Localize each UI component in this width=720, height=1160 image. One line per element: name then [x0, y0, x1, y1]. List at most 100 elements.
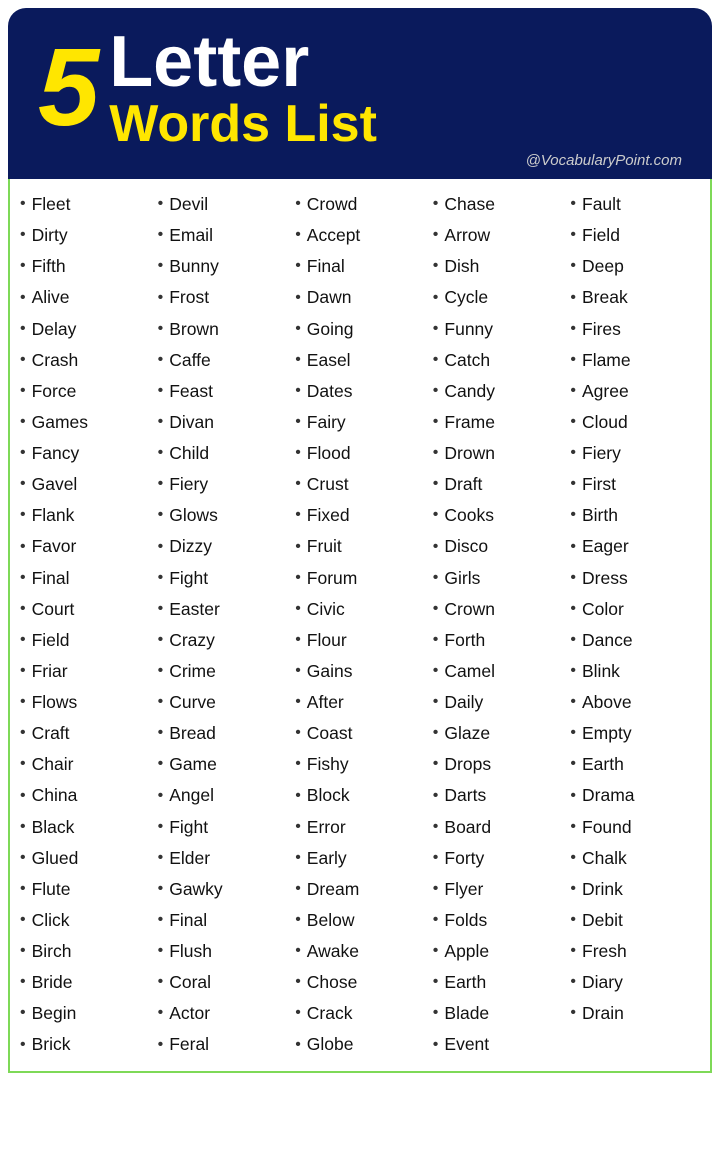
- bullet-icon: •: [158, 535, 164, 560]
- bullet-icon: •: [20, 1033, 26, 1058]
- bullet-icon: •: [158, 784, 164, 809]
- bullet-icon: •: [295, 877, 301, 902]
- list-item: •Crazy: [158, 625, 288, 656]
- bullet-icon: •: [570, 690, 576, 715]
- list-item: •Found: [570, 812, 700, 843]
- word-label: Dish: [444, 253, 479, 280]
- list-item: •Final: [295, 251, 425, 282]
- bullet-icon: •: [570, 784, 576, 809]
- list-item: •Fresh: [570, 936, 700, 967]
- word-label: Birch: [32, 938, 72, 965]
- word-label: Fiery: [169, 471, 208, 498]
- word-label: Black: [32, 814, 75, 841]
- bullet-icon: •: [20, 752, 26, 777]
- list-item: •Brick: [20, 1029, 150, 1060]
- word-label: Game: [169, 751, 217, 778]
- list-item: •Devil: [158, 189, 288, 220]
- bullet-icon: •: [20, 846, 26, 871]
- list-item: •Empty: [570, 718, 700, 749]
- bullet-icon: •: [433, 379, 439, 404]
- bullet-icon: •: [433, 597, 439, 622]
- bullet-icon: •: [295, 317, 301, 342]
- bullet-icon: •: [570, 939, 576, 964]
- list-item: •Drink: [570, 874, 700, 905]
- bullet-icon: •: [158, 348, 164, 373]
- list-item: •Globe: [295, 1029, 425, 1060]
- list-item: •Frame: [433, 407, 563, 438]
- word-label: Drown: [444, 440, 495, 467]
- word-label: Drink: [582, 876, 623, 903]
- list-item: •Folds: [433, 905, 563, 936]
- word-label: Chair: [32, 751, 74, 778]
- list-item: •Favor: [20, 531, 150, 562]
- word-label: Daily: [444, 689, 483, 716]
- bullet-icon: •: [570, 752, 576, 777]
- word-label: Agree: [582, 378, 629, 405]
- word-label: Drops: [444, 751, 491, 778]
- word-label: Elder: [169, 845, 210, 872]
- word-label: Gains: [307, 658, 353, 685]
- bullet-icon: •: [158, 752, 164, 777]
- word-label: Frame: [444, 409, 495, 436]
- list-item: •Bride: [20, 967, 150, 998]
- list-item: •Flush: [158, 936, 288, 967]
- page-wrapper: 5 Letter Words List @VocabularyPoint.com…: [0, 8, 720, 1073]
- bullet-icon: •: [295, 690, 301, 715]
- bullet-icon: •: [20, 784, 26, 809]
- bullet-icon: •: [295, 846, 301, 871]
- bullet-icon: •: [20, 1001, 26, 1026]
- list-item: •Fight: [158, 812, 288, 843]
- word-label: After: [307, 689, 344, 716]
- word-label: Flyer: [444, 876, 483, 903]
- word-label: Brown: [169, 316, 219, 343]
- list-item: •Funny: [433, 314, 563, 345]
- bullet-icon: •: [158, 379, 164, 404]
- word-label: Folds: [444, 907, 487, 934]
- word-label: Crack: [307, 1000, 353, 1027]
- list-item: •Fruit: [295, 531, 425, 562]
- list-item: •Chose: [295, 967, 425, 998]
- word-label: Child: [169, 440, 209, 467]
- list-item: •Chair: [20, 749, 150, 780]
- list-item: •Agree: [570, 376, 700, 407]
- word-column-2: •Crowd•Accept•Final•Dawn•Going•Easel•Dat…: [291, 189, 429, 1061]
- list-item: •Disco: [433, 531, 563, 562]
- word-label: Flood: [307, 440, 351, 467]
- bullet-icon: •: [570, 535, 576, 560]
- bullet-icon: •: [158, 254, 164, 279]
- bullet-icon: •: [570, 1001, 576, 1026]
- list-item: •Daily: [433, 687, 563, 718]
- list-item: •Frost: [158, 282, 288, 313]
- bullet-icon: •: [158, 503, 164, 528]
- word-label: Blade: [444, 1000, 489, 1027]
- list-item: •Email: [158, 220, 288, 251]
- bullet-icon: •: [433, 721, 439, 746]
- list-item: •Friar: [20, 656, 150, 687]
- bullet-icon: •: [158, 286, 164, 311]
- bullet-icon: •: [295, 472, 301, 497]
- word-label: Fiery: [582, 440, 621, 467]
- list-item: •Click: [20, 905, 150, 936]
- list-item: •Flows: [20, 687, 150, 718]
- word-label: Dance: [582, 627, 633, 654]
- list-item: •Fishy: [295, 749, 425, 780]
- list-item: •Gains: [295, 656, 425, 687]
- bullet-icon: •: [433, 908, 439, 933]
- word-label: Games: [32, 409, 88, 436]
- bullet-icon: •: [570, 348, 576, 373]
- bullet-icon: •: [295, 348, 301, 373]
- word-label: Crown: [444, 596, 495, 623]
- word-label: Frost: [169, 284, 209, 311]
- list-item: •Caffe: [158, 345, 288, 376]
- word-label: Funny: [444, 316, 493, 343]
- word-label: Awake: [307, 938, 359, 965]
- bullet-icon: •: [433, 223, 439, 248]
- list-item: •Below: [295, 905, 425, 936]
- bullet-icon: •: [20, 628, 26, 653]
- list-item: •Actor: [158, 998, 288, 1029]
- word-label: Glows: [169, 502, 218, 529]
- word-label: Earth: [444, 969, 486, 996]
- list-item: •Elder: [158, 843, 288, 874]
- list-item: •Easter: [158, 594, 288, 625]
- word-label: First: [582, 471, 616, 498]
